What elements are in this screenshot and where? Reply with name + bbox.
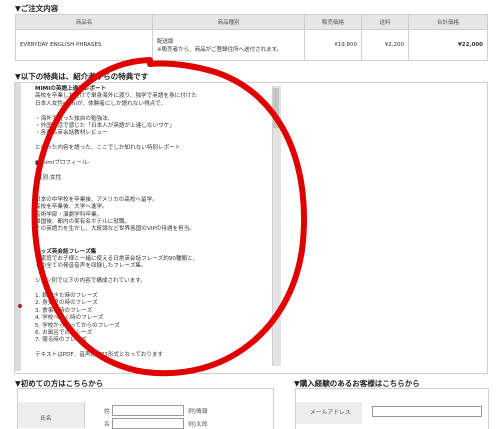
sei-label: 姓: [104, 409, 110, 415]
sei-input[interactable]: [112, 405, 184, 416]
email-label: メールアドレス: [310, 410, 351, 416]
sei-example: 例)情報: [188, 409, 208, 415]
red-circle-annotation: [31, 57, 308, 377]
email-input[interactable]: [372, 406, 482, 417]
name-label: 氏名: [40, 416, 52, 422]
annotation-ellipse: [31, 57, 308, 377]
